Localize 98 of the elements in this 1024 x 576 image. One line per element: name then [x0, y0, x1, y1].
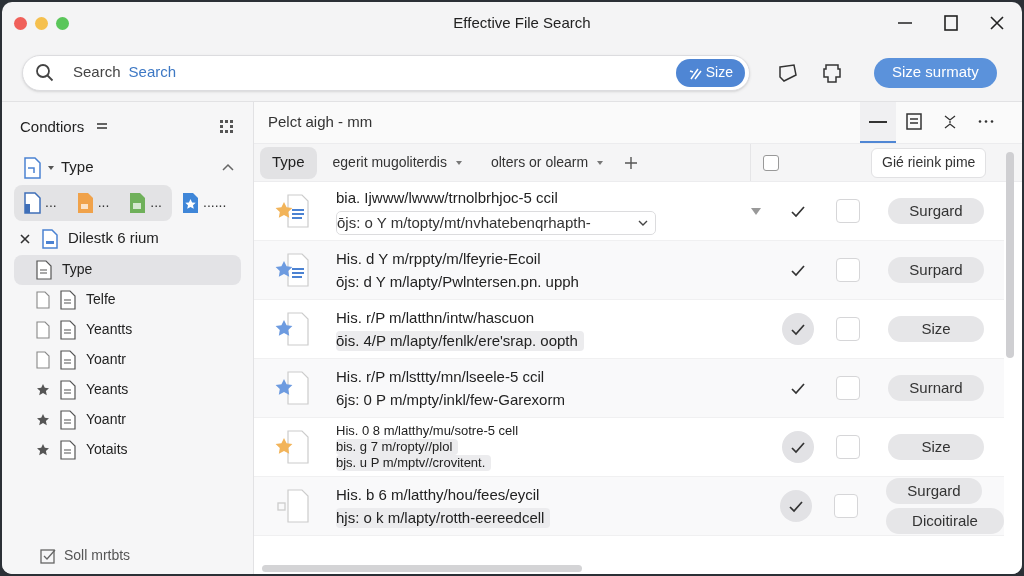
file-icon	[36, 290, 50, 309]
footer-label: Soll mrtbts	[64, 546, 131, 565]
close-icon[interactable]	[988, 14, 1006, 32]
sidebar-item[interactable]: Yeants	[14, 374, 241, 405]
type-chip[interactable]: ...	[119, 184, 172, 221]
tag-button[interactable]: Surpard	[888, 257, 984, 283]
search-field[interactable]: Search Search Size	[22, 54, 750, 91]
sidebar-item[interactable]: Yoantr	[14, 344, 241, 375]
file-icon	[287, 489, 309, 523]
file-path: bis. g 7 m/ropty//plol	[336, 439, 459, 455]
row-checkbox[interactable]	[836, 258, 860, 282]
file-icon	[287, 253, 309, 287]
type-chip[interactable]: ...	[66, 184, 120, 221]
file-path: hjs: o k m/lapty/rotth-eereedcell	[336, 507, 551, 528]
sidebar-item[interactable]: Type	[14, 254, 241, 285]
add-column-icon[interactable]	[624, 155, 639, 170]
maximize-icon[interactable]	[942, 14, 960, 32]
result-row[interactable]: His. r/P m/lsttty/mn/lseele-5 ccil 6js: 0 P m/mpty/inkl/few-Garexorm Surnard	[254, 359, 1004, 418]
sidebar-title: Condtiors	[20, 117, 85, 137]
size-filter-button[interactable]: Size	[675, 58, 745, 87]
minus-view-tab[interactable]	[860, 102, 896, 143]
file-name: bia. Ijwww/lwww/trnolbrhjoc-5 ccil	[336, 187, 558, 208]
checkbox-icon[interactable]	[40, 547, 56, 564]
square-icon	[277, 502, 286, 511]
tag-button[interactable]: Surgard	[888, 198, 984, 224]
row-checkbox[interactable]	[836, 317, 860, 341]
file-name: His. d Y m/rppty/m/lfeyrie-Ecoil	[336, 248, 541, 269]
document-icon	[36, 259, 52, 280]
spreadsheet-icon	[129, 191, 147, 214]
document-icon	[60, 319, 76, 340]
star-icon	[36, 412, 50, 427]
list-icon	[904, 111, 924, 132]
path-dropdown[interactable]: ōjs: o Y m/topty/mt/nvhatebenqrhapth-	[336, 210, 656, 235]
column-header[interactable]: Type	[260, 146, 317, 179]
document-icon	[60, 379, 76, 400]
more-icon	[978, 120, 994, 123]
horizontal-scrollbar[interactable]	[262, 565, 582, 572]
sidebar-item[interactable]: Yeantts	[14, 314, 241, 345]
tag-button[interactable]: Size	[888, 434, 984, 460]
file-path: ōis. 4/P m/lapty/fenlk/ere'srap. oopth	[336, 330, 584, 351]
row-checkbox[interactable]	[834, 494, 858, 518]
type-chip[interactable]: ...	[14, 184, 67, 221]
result-row[interactable]: His. d Y m/rppty/m/lfeyrie-Ecoil ōjs: d Y m/lapty/Pwlntersen.pn. upph Surpard	[254, 241, 1004, 300]
vertical-scrollbar[interactable]	[1006, 152, 1014, 358]
search-label: Search	[73, 62, 121, 83]
document-icon	[60, 349, 76, 370]
sidebar-item[interactable]: Yotaits	[14, 434, 241, 465]
file-path: bjs. u P m/mptv//crovitent.	[336, 455, 492, 471]
search-icon	[35, 62, 55, 83]
tag-button[interactable]: Surnard	[888, 375, 984, 401]
sidebar-item[interactable]: Telfe	[14, 284, 241, 315]
type-chip[interactable]: ......	[172, 184, 237, 221]
sidebar-item[interactable]: Yoantr	[14, 404, 241, 435]
document-icon	[24, 191, 41, 214]
star-icon	[36, 382, 50, 397]
file-name: His. r/P m/latthn/intw/hascuon	[336, 307, 535, 328]
file-name: His. r/P m/lsttty/mn/lseele-5 ccil	[336, 366, 545, 387]
file-icon	[76, 191, 94, 214]
row-checkbox[interactable]	[836, 376, 860, 400]
file-icon	[287, 430, 309, 464]
file-name: His. 0 8 m/latthy/mu/sotre-5 cell	[336, 423, 519, 439]
starred-file-icon	[182, 191, 199, 214]
star-icon	[36, 442, 50, 457]
file-icon	[287, 371, 309, 405]
result-row[interactable]: His. b 6 m/latthy/hou/fees/eycil hjs: o k m/lapty/rotth-eereedcell Surgard Dicoitirale	[254, 477, 1004, 536]
grid-icon[interactable]	[219, 119, 235, 136]
file-path: ōjs: d Y m/lapty/Pwlntersen.pn. upph	[336, 271, 579, 292]
search-value: Search	[128, 62, 177, 83]
minus-icon	[869, 120, 887, 123]
tag-button[interactable]: Surgard	[886, 478, 982, 504]
tag-button[interactable]: Dicoitirale	[886, 508, 1004, 534]
document-icon	[60, 439, 76, 460]
caret-icon[interactable]	[750, 206, 762, 216]
file-path: 6js: 0 P m/mpty/inkl/few-Garexorm	[336, 389, 565, 410]
section-label: Type	[61, 157, 94, 178]
tag-button[interactable]: Size	[888, 316, 984, 342]
row-checkbox[interactable]	[836, 199, 860, 223]
file-icon	[36, 320, 50, 339]
file-icon	[36, 350, 50, 369]
document-icon	[60, 289, 76, 310]
column-header[interactable]: olters or olearm	[478, 146, 617, 179]
type-section-header[interactable]: Type	[14, 154, 241, 181]
document-icon	[42, 228, 58, 249]
file-icon	[287, 312, 309, 346]
close-window-icon[interactable]	[14, 16, 27, 30]
header-checkbox[interactable]	[763, 154, 779, 171]
filter-label: Dilestk 6 rium	[68, 228, 159, 249]
column-header[interactable]: egerit mugoliterdis	[320, 146, 475, 179]
remove-icon[interactable]	[20, 233, 30, 244]
results-heading: Pelct aigh - mm	[268, 112, 373, 133]
row-checkbox[interactable]	[836, 435, 860, 459]
document-icon	[24, 156, 41, 179]
window-title: Effective File Search	[452, 12, 592, 33]
column-options-button[interactable]: Gié rieink pime	[871, 147, 987, 178]
file-name: His. b 6 m/latthy/hou/fees/eycil	[336, 484, 540, 505]
caret-icon	[47, 163, 55, 172]
file-icon	[287, 194, 309, 228]
document-icon	[60, 409, 76, 430]
